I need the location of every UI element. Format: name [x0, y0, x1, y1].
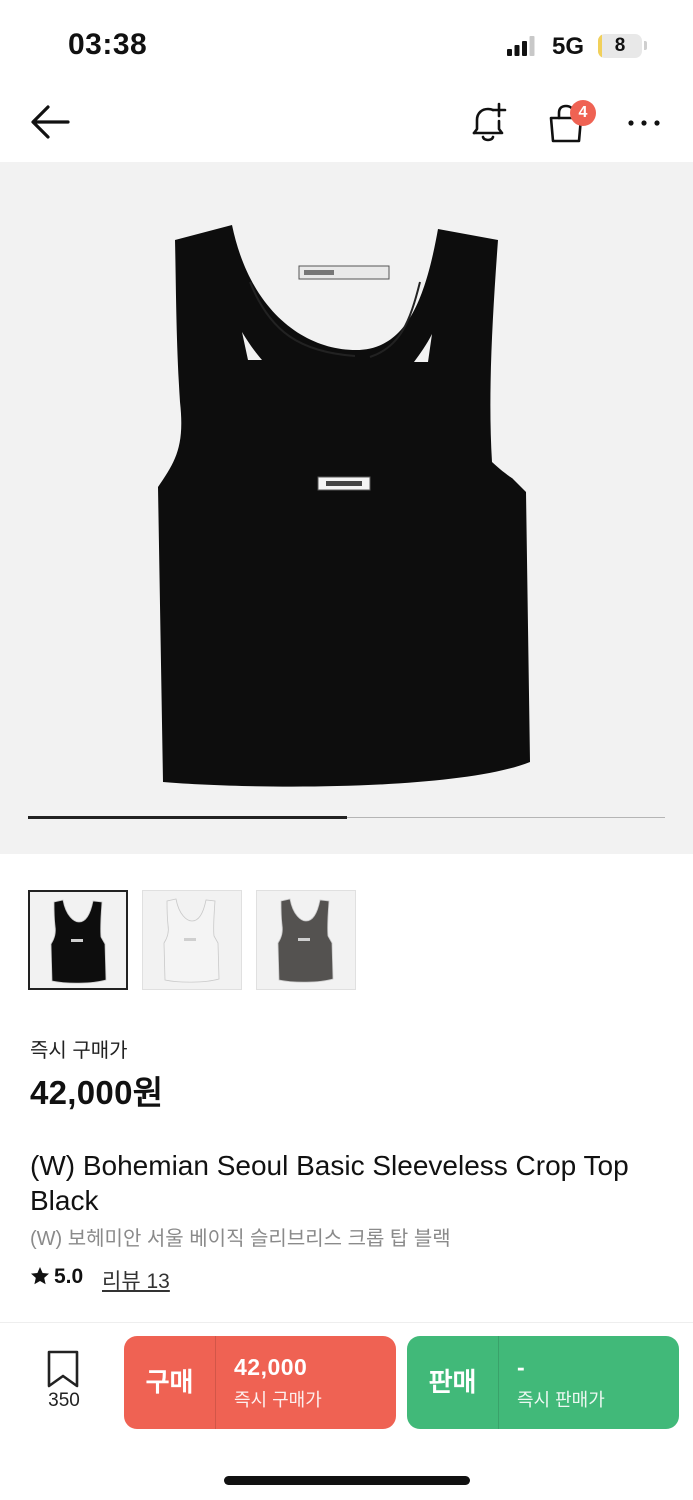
sell-button-sublabel: 즉시 판매가: [517, 1390, 605, 1410]
battery-icon: 8: [598, 34, 642, 58]
sell-button[interactable]: 판매 - 즉시 판매가: [407, 1336, 679, 1429]
bookmark-count: 350: [48, 1390, 80, 1411]
star-icon: [31, 1267, 49, 1285]
battery-tip: [644, 41, 647, 50]
buy-button-price: 42,000: [234, 1354, 308, 1380]
bookmark-button[interactable]: 350: [38, 1348, 88, 1418]
network-label: 5G: [552, 33, 585, 60]
cart-count-badge: 4: [570, 100, 596, 126]
product-title-ko: (W) 보헤미안 서울 베이직 슬리브리스 크롭 탑 블랙: [30, 1228, 451, 1250]
signal-icon: [507, 36, 535, 56]
thumbnail-image: [163, 898, 220, 983]
home-indicator: [224, 1476, 470, 1485]
thumbnail-charcoal[interactable]: [256, 890, 356, 990]
carousel-progress: [28, 816, 665, 819]
product-title-en: (W) Bohemian Seoul Basic Sleeveless Crop…: [30, 1150, 629, 1216]
review-link[interactable]: 리뷰 13: [102, 1265, 170, 1295]
sell-button-label: 판매: [428, 1367, 477, 1397]
divider: [0, 1322, 693, 1323]
thumbnail-image: [277, 898, 334, 983]
buy-button[interactable]: 구매 42,000 즉시 구매가: [124, 1336, 396, 1429]
sell-button-divider: [498, 1336, 499, 1429]
thumbnail-white[interactable]: [142, 890, 242, 990]
thumbnail-black[interactable]: [28, 890, 128, 990]
bookmark-icon: [47, 1350, 79, 1388]
carousel-progress-fill: [28, 816, 347, 819]
nav-bar: 4: [0, 90, 693, 160]
status-bar: 03:38 5G 8: [0, 0, 693, 90]
buy-button-label: 구매: [145, 1367, 194, 1397]
product-image-carousel[interactable]: [0, 162, 693, 854]
instant-buy-price: 42,000원: [30, 1074, 164, 1111]
thumbnail-image: [50, 899, 107, 984]
battery-level: 8: [614, 35, 626, 56]
buy-button-sublabel: 즉시 구매가: [234, 1390, 322, 1410]
status-time: 03:38: [68, 28, 148, 61]
more-horizontal-icon[interactable]: [624, 108, 664, 138]
rating-value: 5.0: [54, 1265, 84, 1288]
instant-buy-price-label: 즉시 구매가: [30, 1040, 128, 1062]
buy-button-divider: [215, 1336, 216, 1429]
product-image: [158, 225, 530, 787]
bell-plus-icon[interactable]: [466, 100, 510, 146]
arrow-left-icon[interactable]: [28, 102, 72, 142]
sell-button-price: -: [517, 1354, 526, 1380]
